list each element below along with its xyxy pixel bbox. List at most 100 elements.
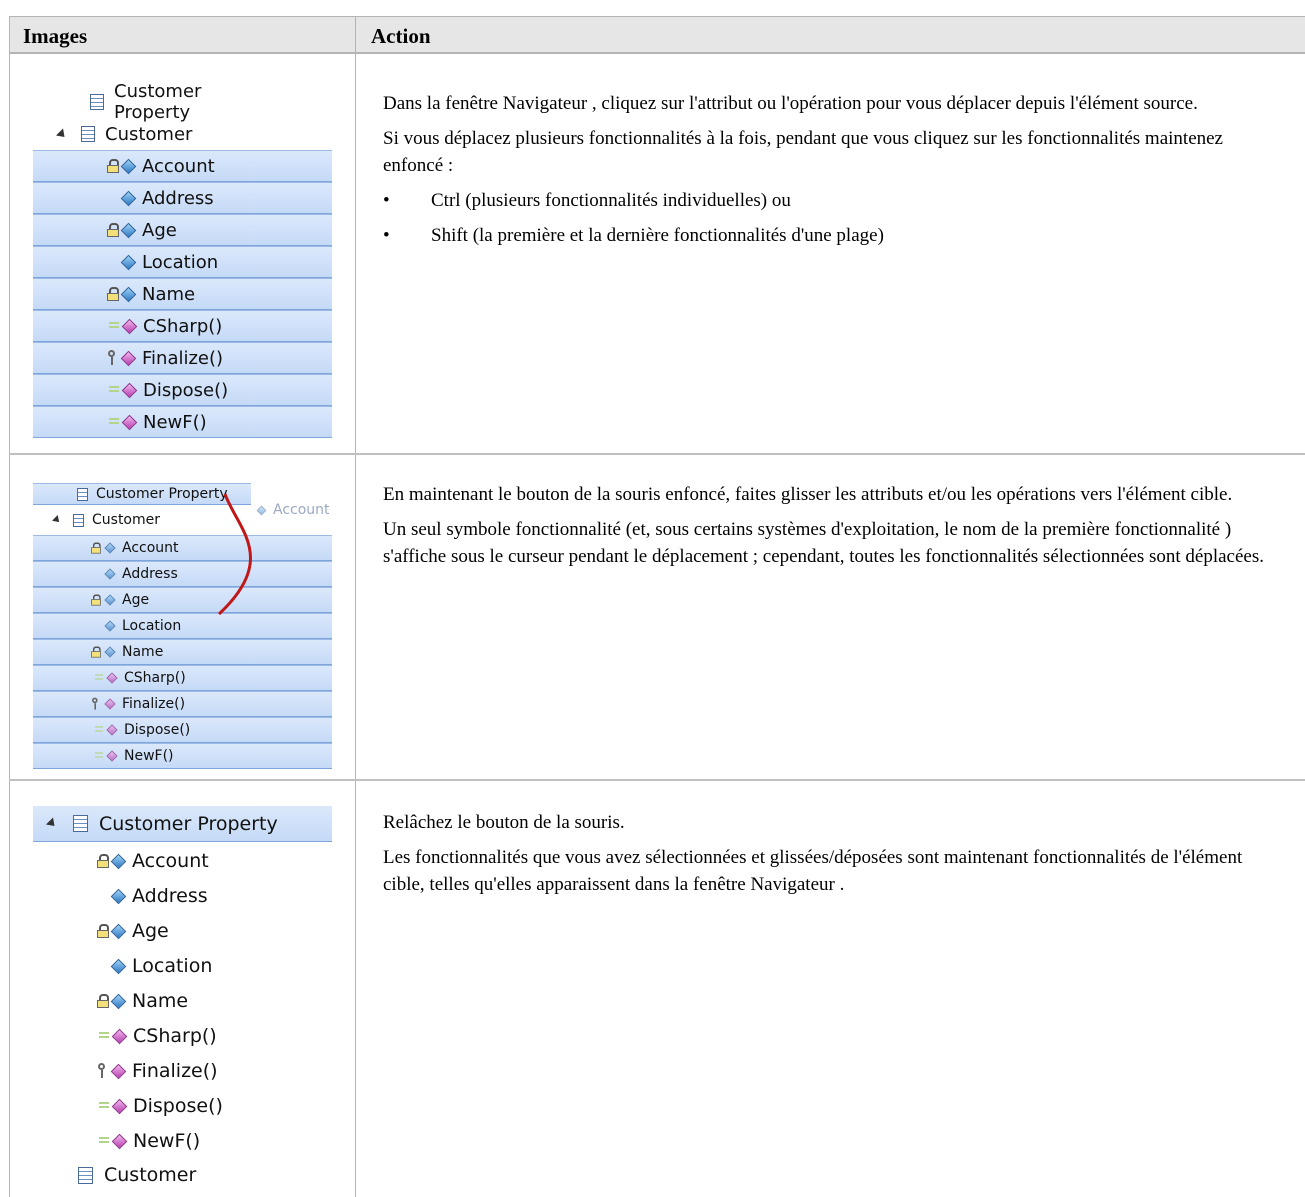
class-icon bbox=[73, 815, 88, 832]
operation-diamond-icon bbox=[120, 350, 137, 366]
feature-row[interactable]: CSharp() bbox=[33, 310, 332, 342]
key-icon bbox=[97, 1063, 109, 1079]
class-icon bbox=[73, 513, 84, 527]
feature-label: Age bbox=[142, 219, 177, 241]
class-icon bbox=[78, 1166, 93, 1184]
feature-row[interactable]: Location bbox=[110, 949, 212, 983]
feature-row[interactable]: Finalize() bbox=[97, 1054, 218, 1088]
feature-row[interactable]: Name bbox=[97, 984, 188, 1018]
tree-node-label: Customer bbox=[104, 1164, 197, 1186]
lock-icon bbox=[107, 159, 119, 173]
feature-row[interactable]: NewF() bbox=[99, 1124, 200, 1158]
feature-row[interactable]: Address bbox=[110, 879, 208, 913]
feature-label: Account bbox=[142, 155, 215, 177]
lock-icon bbox=[97, 854, 109, 868]
operation-diamond-icon bbox=[121, 318, 138, 334]
feature-row[interactable]: CSharp() bbox=[99, 1019, 217, 1053]
action-text-1: Dans la fenêtre Navigateur , cliquez sur… bbox=[383, 90, 1283, 257]
tree-node[interactable]: Customer bbox=[78, 1158, 196, 1192]
table-left-border bbox=[9, 16, 10, 1197]
feature-row[interactable]: Location bbox=[33, 246, 332, 278]
feature-row[interactable]: Finalize() bbox=[33, 342, 332, 374]
feature-label: NewF() bbox=[133, 1130, 201, 1152]
attribute-diamond-icon bbox=[120, 222, 137, 238]
feature-label: Location bbox=[142, 251, 219, 273]
feature-row[interactable]: Age bbox=[33, 214, 332, 246]
feature-label: Age bbox=[122, 592, 150, 608]
tree-node[interactable]: Customer bbox=[52, 509, 161, 531]
feature-row[interactable]: Address bbox=[33, 182, 332, 214]
operation-diamond-icon bbox=[121, 382, 138, 398]
feature-label: Dispose() bbox=[124, 722, 191, 738]
paragraph: Relâchez le bouton de la souris. bbox=[383, 812, 625, 833]
lock-icon bbox=[97, 924, 109, 938]
feature-label: Address bbox=[132, 885, 208, 907]
public-marker-icon bbox=[109, 386, 119, 394]
drag-ghost-label: Account bbox=[273, 502, 330, 518]
feature-row[interactable]: Account bbox=[33, 150, 332, 182]
feature-row[interactable]: NewF() bbox=[33, 406, 332, 438]
feature-label: Age bbox=[132, 920, 169, 942]
expand-triangle-icon[interactable] bbox=[45, 817, 59, 830]
operation-diamond-icon bbox=[121, 414, 138, 430]
tree-node-label: Customer Property bbox=[99, 812, 278, 835]
action-text-2: En maintenant le bouton de la souris enf… bbox=[383, 481, 1283, 578]
feature-label: NewF() bbox=[124, 748, 174, 764]
row-divider bbox=[9, 453, 1305, 455]
feature-row[interactable]: Location bbox=[33, 613, 332, 639]
attribute-diamond-icon bbox=[110, 958, 127, 974]
expand-triangle-icon[interactable] bbox=[55, 127, 69, 141]
operation-diamond-icon bbox=[104, 698, 116, 710]
class-icon bbox=[90, 94, 104, 110]
lock-icon bbox=[91, 542, 101, 554]
attribute-diamond-icon bbox=[120, 190, 137, 206]
feature-label: Finalize() bbox=[132, 1060, 218, 1082]
public-marker-icon bbox=[99, 1137, 109, 1145]
feature-label: NewF() bbox=[143, 411, 207, 433]
public-marker-icon bbox=[95, 726, 103, 734]
tree-node[interactable]: Customer bbox=[55, 120, 193, 148]
public-marker-icon bbox=[99, 1032, 109, 1040]
feature-row[interactable]: Dispose() bbox=[33, 717, 332, 743]
feature-row[interactable]: Account bbox=[97, 844, 209, 878]
tree-node-label: Customer bbox=[92, 512, 161, 528]
feature-row[interactable]: Finalize() bbox=[33, 691, 332, 717]
feature-row[interactable]: NewF() bbox=[33, 743, 332, 769]
feature-label: Finalize() bbox=[142, 347, 224, 369]
feature-row[interactable]: Account bbox=[33, 535, 332, 561]
tree-node-label: Customer Property bbox=[114, 81, 202, 123]
column-divider bbox=[355, 16, 356, 1197]
feature-row[interactable]: Dispose() bbox=[33, 374, 332, 406]
feature-row[interactable]: Name bbox=[33, 278, 332, 310]
feature-row[interactable]: CSharp() bbox=[33, 665, 332, 691]
operation-diamond-icon bbox=[106, 672, 118, 684]
feature-row[interactable]: Age bbox=[97, 914, 169, 948]
header-images: Images bbox=[23, 24, 88, 48]
feature-label: CSharp() bbox=[133, 1025, 217, 1047]
drag-path-curve bbox=[217, 493, 252, 616]
key-icon bbox=[107, 350, 119, 366]
public-marker-icon bbox=[95, 674, 103, 682]
paragraph: En maintenant le bouton de la souris enf… bbox=[383, 484, 1233, 505]
feature-row[interactable]: Dispose() bbox=[99, 1089, 223, 1123]
tree-node[interactable]: Customer Property bbox=[90, 81, 201, 123]
feature-row[interactable]: Name bbox=[33, 639, 332, 665]
tree-node-label: Customer bbox=[105, 123, 193, 145]
operation-diamond-icon bbox=[111, 1133, 128, 1149]
attribute-diamond-icon bbox=[110, 993, 127, 1009]
attribute-diamond-icon bbox=[110, 853, 127, 869]
operation-diamond-icon bbox=[106, 750, 118, 762]
public-marker-icon bbox=[109, 322, 119, 330]
feature-label: CSharp() bbox=[143, 315, 223, 337]
lock-icon bbox=[107, 223, 119, 237]
feature-label: Name bbox=[132, 990, 189, 1012]
feature-label: Name bbox=[122, 644, 164, 660]
tree-node[interactable]: Customer Property bbox=[33, 806, 332, 842]
expand-triangle-icon[interactable] bbox=[52, 515, 62, 525]
paragraph: Un seul symbole fonctionnalité (et, sous… bbox=[383, 519, 1264, 567]
header-action: Action bbox=[371, 24, 431, 48]
feature-row[interactable]: Address bbox=[33, 561, 332, 587]
lock-icon bbox=[107, 287, 119, 301]
row-divider bbox=[9, 779, 1305, 781]
feature-row[interactable]: Age bbox=[33, 587, 332, 613]
